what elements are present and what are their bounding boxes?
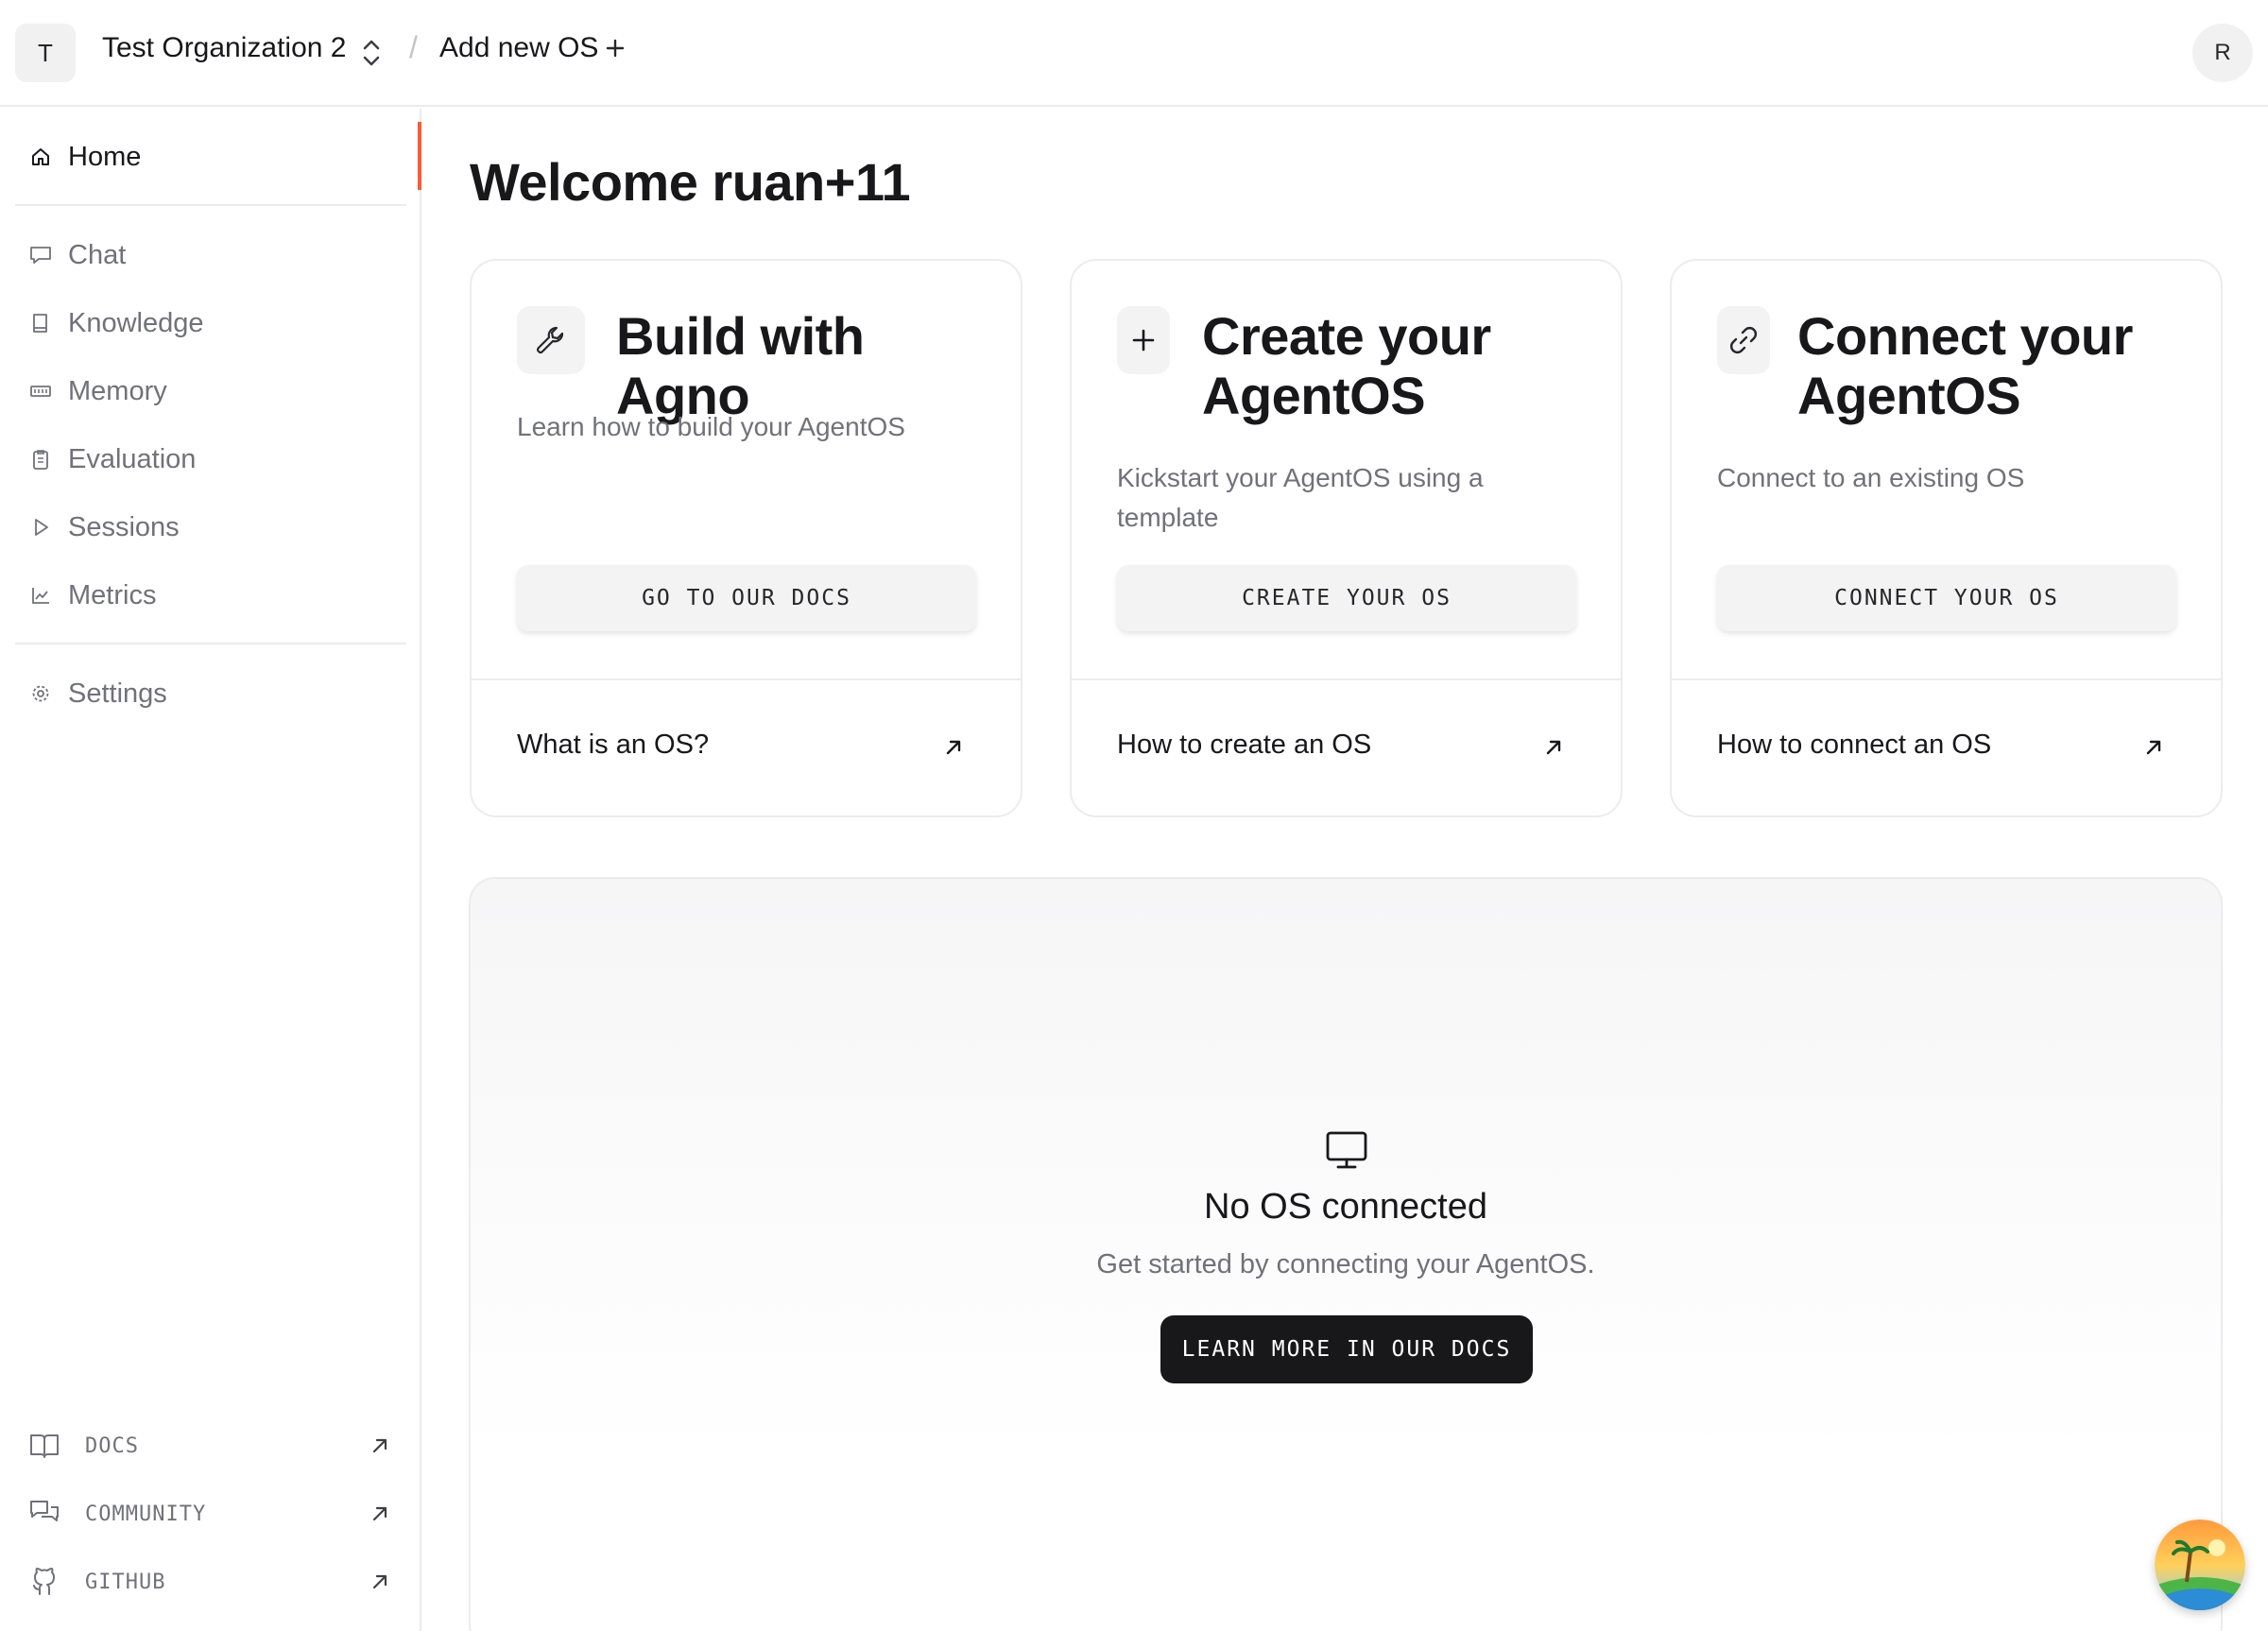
link-icon bbox=[1717, 306, 1770, 374]
sidebar-item-label: Evaluation bbox=[68, 443, 197, 474]
learn-more-docs-button[interactable]: LEARN MORE IN OUR DOCS bbox=[1160, 1315, 1533, 1383]
sidebar-link-docs[interactable]: DOCS bbox=[28, 1422, 391, 1469]
user-avatar[interactable]: R bbox=[2192, 24, 2253, 82]
github-icon bbox=[33, 1568, 55, 1595]
go-to-docs-button[interactable]: GO TO OUR DOCS bbox=[517, 565, 976, 631]
sidebar-item-chat[interactable]: Chat bbox=[28, 232, 126, 279]
empty-state-title: No OS connected bbox=[1204, 1187, 1487, 1227]
org-avatar[interactable]: T bbox=[15, 24, 76, 82]
memory-icon bbox=[28, 379, 53, 403]
sidebar-item-metrics[interactable]: Metrics bbox=[28, 572, 156, 619]
chat-icon bbox=[28, 243, 53, 267]
breadcrumb-separator: / bbox=[409, 30, 418, 64]
wrench-icon bbox=[517, 306, 585, 374]
arrow-up-right-icon[interactable] bbox=[2141, 735, 2166, 760]
sidebar-divider bbox=[15, 204, 406, 206]
sidebar-item-knowledge[interactable]: Knowledge bbox=[28, 300, 204, 347]
sidebar-link-label: COMMUNITY bbox=[85, 1502, 207, 1526]
clipboard-icon bbox=[28, 447, 53, 472]
active-indicator bbox=[418, 122, 421, 190]
build-card: Build with Agno Learn how to build your … bbox=[470, 259, 1022, 817]
card-divider bbox=[1072, 678, 1621, 680]
card-description: Connect to an existing OS bbox=[1717, 463, 2025, 492]
plus-icon[interactable] bbox=[601, 34, 629, 62]
sidebar-link-community[interactable]: COMMUNITY bbox=[28, 1490, 391, 1537]
empty-state-panel: No OS connected Get started by connectin… bbox=[469, 877, 2223, 1631]
sidebar-item-label: Settings bbox=[68, 678, 167, 709]
how-to-create-os-link[interactable]: How to create an OS bbox=[1117, 730, 1371, 761]
sidebar-item-label: Knowledge bbox=[68, 307, 204, 338]
sidebar-item-label: Metrics bbox=[68, 579, 157, 610]
sidebar-item-label: Chat bbox=[68, 239, 127, 270]
arrow-up-right-icon bbox=[372, 1574, 387, 1589]
card-description: Learn how to build your AgentOS bbox=[517, 412, 905, 441]
card-divider bbox=[472, 678, 1021, 680]
sidebar-item-sessions[interactable]: Sessions bbox=[28, 504, 180, 551]
create-os-button[interactable]: CREATE YOUR OS bbox=[1117, 565, 1576, 631]
sidebar-item-memory[interactable]: Memory bbox=[28, 368, 167, 415]
sidebar-item-label: Memory bbox=[68, 375, 167, 406]
sidebar-divider bbox=[15, 643, 406, 644]
connect-card: Connect your AgentOS Connect to an exist… bbox=[1670, 259, 2223, 817]
plus-icon bbox=[1117, 306, 1170, 374]
org-name[interactable]: Test Organization 2 bbox=[102, 32, 346, 64]
arrow-up-right-icon[interactable] bbox=[941, 735, 966, 760]
chart-icon bbox=[28, 583, 53, 608]
arrow-up-right-icon bbox=[372, 1438, 387, 1453]
book-icon bbox=[28, 311, 53, 335]
card-description: Kickstart your AgentOS using a template bbox=[1117, 463, 1484, 532]
sidebar-item-home[interactable]: Home bbox=[28, 133, 141, 180]
book-open-icon bbox=[30, 1434, 59, 1458]
connect-os-button[interactable]: CONNECT YOUR OS bbox=[1717, 565, 2176, 631]
monitor-icon bbox=[1326, 1131, 1367, 1169]
gear-icon bbox=[28, 681, 53, 706]
empty-state-description: Get started by connecting your AgentOS. bbox=[1096, 1249, 1595, 1279]
page-title: Welcome ruan+11 bbox=[470, 152, 911, 212]
sidebar-item-label: Home bbox=[68, 141, 142, 172]
assistant-launcher-icon[interactable] bbox=[2155, 1519, 2245, 1610]
sidebar-item-evaluation[interactable]: Evaluation bbox=[28, 436, 196, 483]
create-card: Create your AgentOS Kickstart your Agent… bbox=[1070, 259, 1623, 817]
sidebar-link-label: GITHUB bbox=[85, 1570, 166, 1594]
card-divider bbox=[1672, 678, 2221, 680]
sidebar-link-label: DOCS bbox=[85, 1434, 139, 1458]
sidebar-item-settings[interactable]: Settings bbox=[28, 670, 167, 717]
sidebar-link-github[interactable]: GITHUB bbox=[28, 1558, 391, 1605]
arrow-up-right-icon[interactable] bbox=[1541, 735, 1566, 760]
arrow-up-right-icon bbox=[372, 1506, 387, 1521]
card-title: Connect your AgentOS bbox=[1797, 306, 2133, 425]
sidebar: Home Chat Knowledge Memory Evaluation Se… bbox=[0, 109, 421, 1631]
top-bar: T Test Organization 2 / Add new OS R bbox=[0, 0, 2268, 107]
home-icon bbox=[28, 145, 53, 169]
what-is-os-link[interactable]: What is an OS? bbox=[517, 730, 709, 761]
add-new-os-link[interactable]: Add new OS bbox=[439, 32, 598, 64]
play-icon bbox=[28, 515, 53, 540]
chat-bubbles-icon bbox=[30, 1501, 59, 1521]
card-title: Create your AgentOS bbox=[1202, 306, 1491, 425]
chevron-up-down-icon[interactable] bbox=[359, 36, 384, 70]
sidebar-item-label: Sessions bbox=[68, 511, 180, 542]
how-to-connect-os-link[interactable]: How to connect an OS bbox=[1717, 730, 1991, 761]
